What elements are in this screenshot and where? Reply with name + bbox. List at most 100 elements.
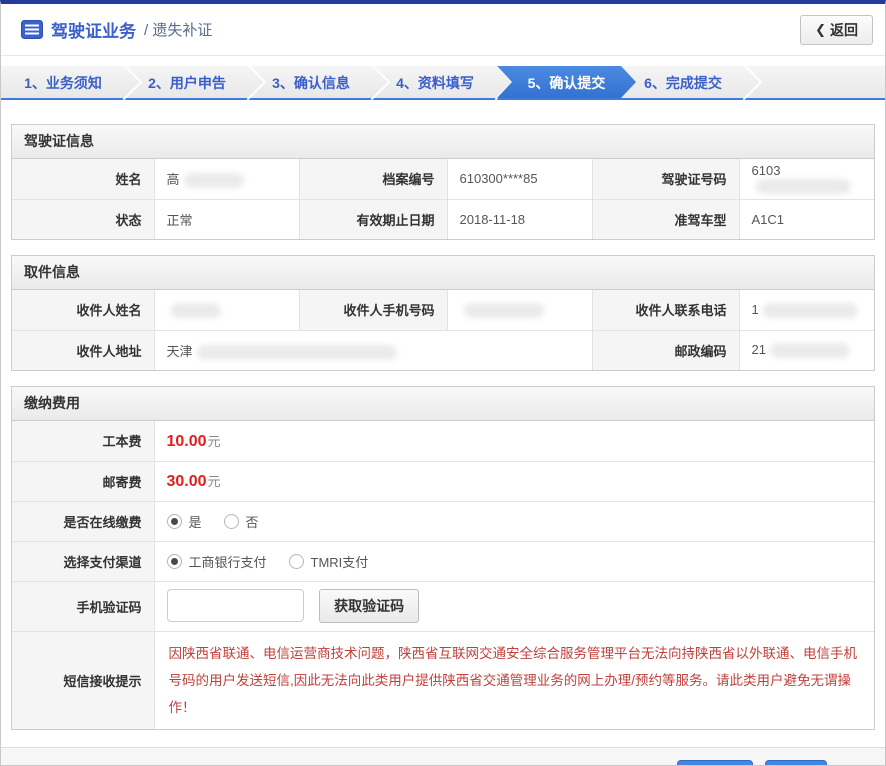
table-row: 邮寄费 30.00元: [12, 461, 874, 501]
recipient-phone-text: 1: [752, 302, 759, 317]
online-pay-label: 是否在线缴费: [12, 501, 154, 541]
redaction-blur: [763, 303, 858, 318]
step-5-confirm-submit-active: 5、确认提交: [497, 66, 636, 98]
pickup-info-table: 收件人姓名 收件人手机号码 收件人联系电话 1 收件人地址 天津 邮政编码 21: [12, 290, 874, 370]
table-row: 收件人姓名 收件人手机号码 收件人联系电话 1: [12, 290, 874, 330]
redaction-blur: [171, 303, 221, 318]
recipient-address-label: 收件人地址: [12, 330, 154, 370]
step-label: 6、完成提交: [644, 75, 722, 91]
step-1-business-notice: 1、业务须知: [1, 66, 125, 98]
redaction-blur: [197, 345, 397, 360]
redaction-blur: [756, 179, 851, 194]
pickup-info-title: 取件信息: [12, 256, 874, 290]
expiry-label: 有效期止日期: [299, 199, 447, 239]
table-row: 收件人地址 天津 邮政编码 21: [12, 330, 874, 370]
table-row: 选择支付渠道 工商银行支付 TMRI支付: [12, 541, 874, 581]
redaction-blur: [464, 303, 544, 318]
captcha-label: 手机验证码: [12, 581, 154, 631]
channel-icbc-option[interactable]: 工商银行支付: [167, 552, 267, 571]
recipient-phone-value: 1: [739, 290, 874, 330]
license-info-section: 驾驶证信息 姓名 高 档案编号 610300****85 驾驶证号码 6103 …: [11, 124, 875, 240]
step-4-fill-data: 4、资料填写: [373, 66, 497, 98]
recipient-mobile-label: 收件人手机号码: [299, 290, 447, 330]
page-container: 驾驶证业务 / 遗失补证 ❮ 返回 1、业务须知 2、用户申告 3、确认信息 4…: [0, 0, 886, 766]
step-label: 4、资料填写: [396, 75, 474, 91]
vehicle-class-label: 准驾车型: [592, 199, 739, 239]
previous-step-button[interactable]: 上一步: [677, 760, 753, 766]
recipient-phone-label: 收件人联系电话: [592, 290, 739, 330]
get-captcha-button[interactable]: 获取验证码: [319, 589, 419, 623]
sms-note-label: 短信接收提示: [12, 631, 154, 729]
table-row: 姓名 高 档案编号 610300****85 驾驶证号码 6103: [12, 159, 874, 199]
channel-tmri-label: TMRI支付: [311, 552, 369, 571]
breadcrumb-current: / 遗失补证: [144, 19, 212, 40]
postal-code-label: 邮政编码: [592, 330, 739, 370]
online-pay-yes-option[interactable]: 是: [167, 512, 202, 531]
status-label: 状态: [12, 199, 154, 239]
back-button[interactable]: ❮ 返回: [800, 15, 873, 45]
captcha-input[interactable]: [167, 589, 304, 622]
redaction-blur: [184, 173, 244, 188]
license-info-title: 驾驶证信息: [12, 125, 874, 159]
captcha-controls: 获取验证码: [154, 581, 874, 631]
footer-action-bar: 上一步 完成: [1, 747, 885, 766]
page-title: 驾驶证业务: [51, 17, 136, 42]
name-value: 高: [154, 159, 299, 199]
table-row: 短信接收提示 因陕西省联通、电信运营商技术问题，陕西省互联网交通安全综合服务管理…: [12, 631, 874, 729]
step-3-confirm-info: 3、确认信息: [249, 66, 373, 98]
postage-unit: 元: [208, 474, 221, 489]
postal-code-value: 21: [739, 330, 874, 370]
status-value: 正常: [154, 199, 299, 239]
back-button-label: 返回: [830, 20, 858, 40]
step-6-finish-submit: 6、完成提交: [621, 66, 745, 98]
online-pay-yes-label: 是: [189, 512, 202, 531]
fee-unit: 元: [208, 434, 221, 449]
channel-tmri-option[interactable]: TMRI支付: [289, 552, 369, 571]
radio-unchecked-icon[interactable]: [224, 514, 239, 529]
table-row: 是否在线缴费 是 否: [12, 501, 874, 541]
sms-note-cell: 因陕西省联通、电信运营商技术问题，陕西省互联网交通安全综合服务管理平台无法向持陕…: [154, 631, 874, 729]
file-no-label: 档案编号: [299, 159, 447, 199]
name-label: 姓名: [12, 159, 154, 199]
pay-channel-label: 选择支付渠道: [12, 541, 154, 581]
sms-note-text: 因陕西省联通、电信运营商技术问题，陕西省互联网交通安全综合服务管理平台无法向持陕…: [169, 646, 858, 715]
back-chevron-icon: ❮: [815, 22, 826, 38]
breadcrumb: 驾驶证业务 / 遗失补证: [21, 17, 212, 42]
fee-value: 10.00元: [154, 421, 874, 461]
license-no-value-text: 6103: [752, 163, 781, 178]
step-progress-bar: 1、业务须知 2、用户申告 3、确认信息 4、资料填写 5、确认提交 6、完成提…: [1, 66, 885, 100]
online-pay-options: 是 否: [154, 501, 874, 541]
radio-checked-icon[interactable]: [167, 554, 182, 569]
recipient-name-label: 收件人姓名: [12, 290, 154, 330]
online-pay-no-option[interactable]: 否: [224, 512, 259, 531]
recipient-address-text: 天津: [167, 344, 193, 359]
step-label: 5、确认提交: [528, 75, 606, 91]
redaction-blur: [770, 343, 850, 358]
payment-section: 缴纳费用 工本费 10.00元 邮寄费 30.00元 是否在线缴费: [11, 386, 875, 730]
stepbar-filler: [745, 66, 885, 98]
vehicle-class-value: A1C1: [739, 199, 874, 239]
file-no-value: 610300****85: [447, 159, 592, 199]
table-row: 状态 正常 有效期止日期 2018-11-18 准驾车型 A1C1: [12, 199, 874, 239]
license-no-label: 驾驶证号码: [592, 159, 739, 199]
pickup-info-section: 取件信息 收件人姓名 收件人手机号码 收件人联系电话 1 收件人地址 天津 邮政…: [11, 255, 875, 371]
recipient-mobile-value: [447, 290, 592, 330]
step-label: 1、业务须知: [24, 75, 102, 91]
table-row: 工本费 10.00元: [12, 421, 874, 461]
page-header: 驾驶证业务 / 遗失补证 ❮ 返回: [1, 4, 885, 56]
fee-label: 工本费: [12, 421, 154, 461]
channel-icbc-label: 工商银行支付: [189, 552, 267, 571]
postage-label: 邮寄费: [12, 461, 154, 501]
payment-table: 工本费 10.00元 邮寄费 30.00元 是否在线缴费 是: [12, 421, 874, 729]
license-service-icon: [21, 20, 43, 39]
recipient-name-value: [154, 290, 299, 330]
step-2-user-declaration: 2、用户申告: [125, 66, 249, 98]
finish-button[interactable]: 完成: [765, 760, 827, 766]
name-value-text: 高: [167, 172, 180, 187]
radio-unchecked-icon[interactable]: [289, 554, 304, 569]
postage-amount: 30.00: [167, 473, 207, 490]
step-label: 3、确认信息: [272, 75, 350, 91]
online-pay-no-label: 否: [246, 512, 259, 531]
table-row: 手机验证码 获取验证码: [12, 581, 874, 631]
radio-checked-icon[interactable]: [167, 514, 182, 529]
